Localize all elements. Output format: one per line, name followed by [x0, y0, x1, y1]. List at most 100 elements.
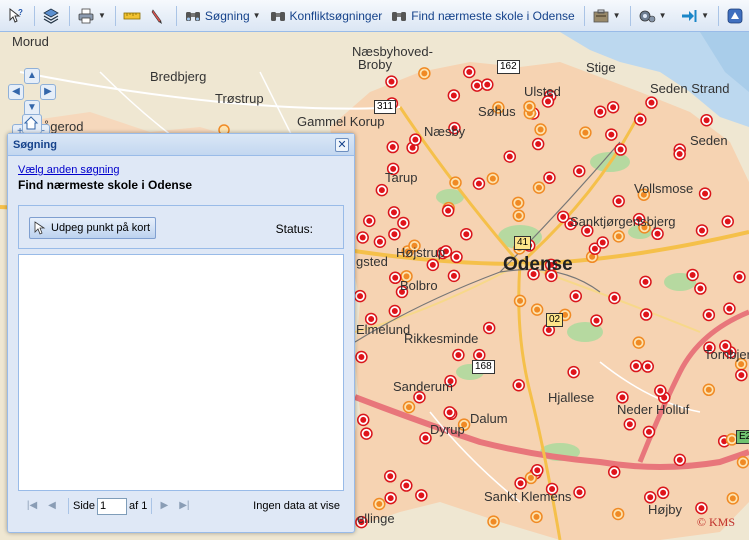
school-marker[interactable]	[523, 100, 536, 113]
school-marker[interactable]	[629, 359, 643, 373]
school-marker[interactable]	[460, 227, 473, 241]
next-page-icon[interactable]: ▶	[156, 498, 172, 514]
home-button[interactable]	[22, 114, 42, 134]
school-marker[interactable]	[686, 268, 699, 282]
school-marker[interactable]	[593, 105, 607, 118]
school-marker[interactable]	[632, 336, 645, 349]
school-marker[interactable]	[415, 489, 428, 502]
pick-point-button[interactable]: Udpeg punkt på kort	[29, 217, 156, 239]
school-marker[interactable]	[733, 270, 746, 284]
school-marker[interactable]	[441, 204, 455, 217]
school-marker[interactable]	[397, 216, 410, 230]
school-marker[interactable]	[726, 492, 740, 505]
school-marker[interactable]	[409, 133, 422, 146]
school-marker[interactable]	[383, 470, 397, 483]
school-marker[interactable]	[654, 384, 667, 398]
draw-button[interactable]	[146, 4, 170, 28]
school-marker[interactable]	[612, 230, 625, 243]
school-marker[interactable]	[473, 348, 486, 362]
school-marker[interactable]	[487, 515, 500, 528]
school-marker[interactable]	[651, 227, 664, 241]
school-marker[interactable]	[642, 425, 656, 439]
school-marker[interactable]	[530, 303, 544, 316]
school-marker[interactable]	[569, 289, 583, 303]
school-marker[interactable]	[634, 113, 647, 126]
school-marker[interactable]	[514, 477, 527, 490]
school-marker[interactable]	[572, 164, 586, 178]
school-marker[interactable]	[698, 187, 712, 200]
school-marker[interactable]	[355, 350, 368, 364]
school-marker[interactable]	[573, 486, 586, 499]
results-grid[interactable]	[18, 254, 344, 491]
school-marker[interactable]	[447, 89, 461, 102]
school-marker[interactable]	[418, 67, 431, 80]
school-marker[interactable]	[513, 294, 527, 308]
search-panel-header[interactable]: Søgning ✕	[8, 134, 354, 156]
logo-button[interactable]	[723, 4, 747, 28]
school-marker[interactable]	[375, 183, 389, 197]
search-menu-button[interactable]: Søgning ▼	[181, 4, 264, 28]
school-marker[interactable]	[623, 418, 637, 431]
school-marker[interactable]	[356, 231, 369, 244]
school-marker[interactable]	[452, 348, 465, 362]
help-button[interactable]: ?	[4, 4, 28, 28]
pan-up-button[interactable]: ▲	[24, 68, 40, 84]
school-marker[interactable]	[386, 140, 399, 154]
school-marker[interactable]	[639, 275, 652, 289]
school-marker[interactable]	[384, 491, 397, 505]
page-number-input[interactable]	[97, 497, 128, 515]
school-marker[interactable]	[543, 171, 556, 185]
settings-menu-button[interactable]: ▼	[635, 4, 670, 28]
school-marker[interactable]	[641, 360, 654, 373]
school-marker[interactable]	[402, 400, 416, 414]
school-marker[interactable]	[531, 463, 544, 477]
school-marker[interactable]	[512, 209, 526, 222]
choose-other-search-link[interactable]: Vælg anden søgning	[18, 164, 349, 176]
school-marker[interactable]	[357, 413, 370, 427]
school-marker[interactable]	[567, 365, 580, 379]
school-marker[interactable]	[426, 258, 440, 272]
last-page-icon[interactable]: ▶|	[176, 498, 192, 514]
school-marker[interactable]	[579, 126, 592, 139]
school-marker[interactable]	[702, 308, 716, 322]
school-marker[interactable]	[470, 79, 484, 92]
school-marker[interactable]	[481, 78, 494, 91]
school-marker[interactable]	[695, 224, 709, 237]
school-marker[interactable]	[673, 453, 687, 467]
school-marker[interactable]	[353, 289, 367, 303]
school-marker[interactable]	[463, 65, 476, 79]
school-marker[interactable]	[472, 177, 486, 190]
school-marker[interactable]	[531, 137, 545, 151]
school-marker[interactable]	[723, 302, 736, 315]
school-marker[interactable]	[656, 486, 670, 500]
layers-button[interactable]	[39, 4, 63, 28]
school-marker[interactable]	[534, 123, 547, 136]
close-icon[interactable]: ✕	[335, 137, 349, 152]
school-marker[interactable]	[385, 75, 398, 88]
measure-button[interactable]	[120, 4, 144, 28]
school-marker[interactable]	[645, 96, 658, 109]
conflict-search-button[interactable]: Konfliktsøgninger	[266, 4, 386, 28]
school-marker[interactable]	[735, 368, 748, 382]
school-marker[interactable]	[736, 455, 749, 469]
school-marker[interactable]	[532, 181, 546, 194]
school-marker[interactable]	[639, 308, 653, 321]
school-marker[interactable]	[373, 497, 386, 511]
previous-page-icon[interactable]: ◀	[44, 498, 60, 514]
school-marker[interactable]	[608, 291, 621, 305]
school-marker[interactable]	[607, 465, 621, 479]
school-marker[interactable]	[486, 172, 500, 185]
school-marker[interactable]	[400, 479, 413, 492]
school-marker[interactable]	[702, 383, 716, 397]
school-marker[interactable]	[482, 321, 496, 335]
school-marker[interactable]	[694, 282, 707, 295]
find-school-button[interactable]: Find nærmeste skole i Odense	[387, 4, 577, 28]
export-button[interactable]: ▼	[677, 4, 712, 28]
school-marker[interactable]	[449, 176, 462, 189]
school-marker[interactable]	[556, 210, 570, 224]
school-marker[interactable]	[388, 304, 402, 318]
school-marker[interactable]	[590, 314, 603, 327]
tools-menu-button[interactable]: ▼	[589, 4, 624, 28]
school-marker[interactable]	[611, 507, 625, 521]
pan-left-button[interactable]: ◀	[8, 84, 24, 100]
